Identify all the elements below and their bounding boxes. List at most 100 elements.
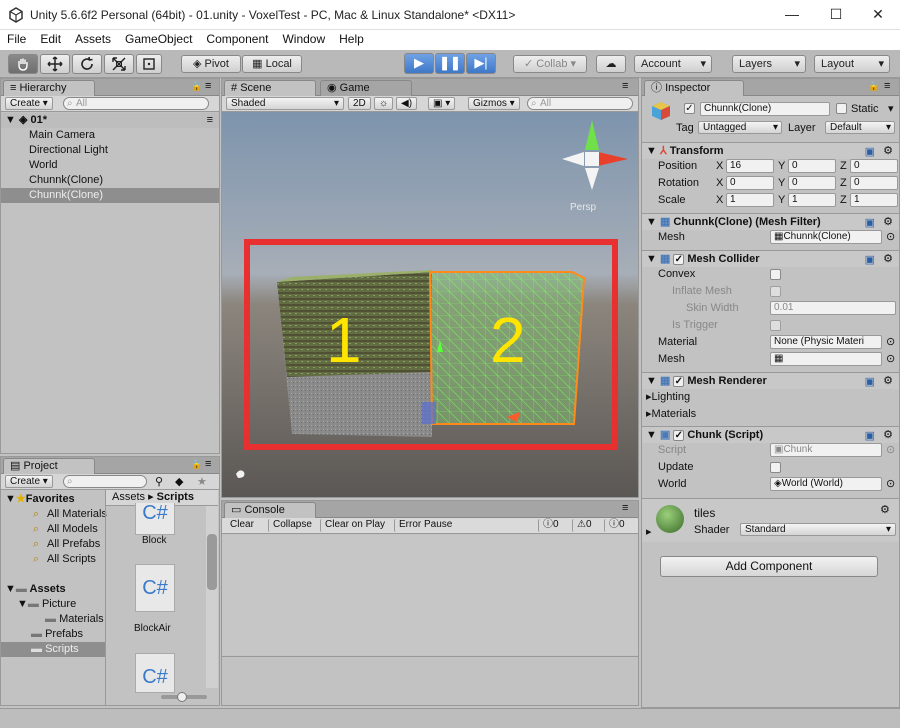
- breadcrumb-assets[interactable]: Assets: [112, 491, 145, 503]
- csharp-file-icon[interactable]: C#: [135, 564, 175, 612]
- info-filter[interactable]: ⓘ0: [538, 519, 563, 532]
- mesh-renderer-header[interactable]: ▼ ▦ ✓ Mesh Renderer ▣ ⚙: [642, 372, 899, 389]
- clear-button[interactable]: Clear: [226, 519, 258, 532]
- favorites-header[interactable]: ▼★Favorites: [1, 492, 105, 507]
- 2d-toggle[interactable]: 2D: [348, 97, 371, 110]
- icon-size-slider[interactable]: [161, 692, 207, 702]
- help-icon[interactable]: ▣: [865, 374, 875, 390]
- scrollbar[interactable]: [206, 506, 218, 688]
- lock-icon[interactable]: 🔒: [191, 459, 202, 470]
- update-checkbox[interactable]: [770, 462, 781, 473]
- scene-viewport[interactable]: 1 2 Persp: [222, 112, 638, 497]
- lock-icon[interactable]: 🔒: [868, 81, 879, 92]
- tab-inspector[interactable]: ⓘ Inspector: [644, 80, 744, 96]
- enabled-checkbox[interactable]: ✓: [673, 429, 685, 441]
- menu-component[interactable]: Component: [199, 30, 275, 48]
- help-icon[interactable]: ▣: [865, 144, 875, 160]
- console-log-area[interactable]: [222, 535, 638, 655]
- pivot-toggle[interactable]: ◈ Pivot: [181, 55, 241, 73]
- hierarchy-item[interactable]: Chunnk(Clone): [1, 173, 219, 188]
- tab-game[interactable]: ◉ Game: [320, 80, 412, 96]
- object-picker-icon[interactable]: ⊙: [886, 230, 895, 243]
- gear-icon[interactable]: ⚙: [880, 503, 890, 516]
- hierarchy-item[interactable]: World: [1, 158, 219, 173]
- hierarchy-item[interactable]: Main Camera: [1, 128, 219, 143]
- scene-header[interactable]: ▼ ◈ 01* ≡: [1, 113, 219, 128]
- shader-dropdown[interactable]: Standard ▾: [740, 523, 896, 536]
- maximize-button[interactable]: ☐: [826, 6, 846, 23]
- position-x-field[interactable]: 16: [726, 159, 774, 173]
- collab-dropdown[interactable]: ✓ Collab ▾: [513, 55, 587, 73]
- add-component-button[interactable]: Add Component: [660, 556, 878, 577]
- tab-project[interactable]: ▤ Project: [3, 458, 95, 474]
- world-object-field[interactable]: ◈World (World): [770, 477, 882, 491]
- scene-search[interactable]: ⌕ All: [527, 97, 633, 110]
- account-dropdown[interactable]: Account ▾: [634, 55, 712, 73]
- clear-on-play-button[interactable]: Clear on Play: [320, 519, 389, 532]
- tag-dropdown[interactable]: Untagged ▾: [698, 121, 782, 134]
- scale-y-field[interactable]: 1: [788, 193, 836, 207]
- pause-button[interactable]: ❚❚: [435, 53, 465, 74]
- create-dropdown[interactable]: Create ▾: [5, 475, 53, 488]
- gizmos-dropdown[interactable]: Gizmos ▾: [468, 97, 520, 110]
- csharp-file-icon[interactable]: C#: [135, 503, 175, 535]
- rect-tool-button[interactable]: [136, 54, 162, 74]
- gear-icon[interactable]: ⚙: [883, 214, 893, 230]
- menu-file[interactable]: File: [0, 30, 33, 48]
- tab-console[interactable]: ▭ Console: [224, 502, 316, 518]
- favorite-item[interactable]: ⌕ All Prefabs: [1, 537, 105, 552]
- scrollbar-thumb[interactable]: [207, 534, 217, 590]
- create-dropdown[interactable]: Create ▾: [5, 97, 53, 110]
- help-icon[interactable]: ▣: [865, 428, 875, 444]
- rotation-y-field[interactable]: 0: [788, 176, 836, 190]
- help-icon[interactable]: ▣: [865, 215, 875, 231]
- convex-checkbox[interactable]: [770, 269, 781, 280]
- transform-header[interactable]: ▼ ⅄ Transform ▣ ⚙: [642, 142, 899, 159]
- mesh-filter-header[interactable]: ▼ ▦ Chunnk(Clone) (Mesh Filter) ▣ ⚙: [642, 213, 899, 230]
- cloud-button[interactable]: ☁: [596, 55, 626, 73]
- position-y-field[interactable]: 0: [788, 159, 836, 173]
- collapse-button[interactable]: Collapse: [268, 519, 316, 532]
- physic-material-field[interactable]: None (Physic Materi: [770, 335, 882, 349]
- panel-menu-icon[interactable]: ≡: [884, 80, 890, 92]
- effects-dropdown[interactable]: ▣ ▾: [428, 97, 456, 110]
- project-search[interactable]: ⌕: [63, 475, 147, 488]
- chevron-down-icon[interactable]: ▾: [888, 102, 894, 115]
- inflate-mesh-checkbox[interactable]: [770, 286, 781, 297]
- gear-icon[interactable]: ⚙: [883, 427, 893, 443]
- local-toggle[interactable]: ▦ Local: [242, 55, 302, 73]
- lighting-toggle[interactable]: ☼: [374, 97, 394, 110]
- folder-item[interactable]: ▬ Materials: [1, 612, 105, 627]
- object-name-input[interactable]: Chunnk(Clone): [700, 102, 830, 116]
- folder-item[interactable]: ▼▬ Picture: [1, 597, 105, 612]
- error-pause-button[interactable]: Error Pause: [394, 519, 456, 532]
- active-checkbox[interactable]: ✓: [684, 103, 695, 114]
- step-button[interactable]: ▶|: [466, 53, 496, 74]
- csharp-file-icon[interactable]: C#: [135, 653, 175, 693]
- audio-toggle[interactable]: ◀): [396, 97, 418, 110]
- panel-menu-icon[interactable]: ≡: [622, 80, 628, 92]
- hierarchy-search[interactable]: ⌕ All: [63, 97, 209, 110]
- scale-tool-button[interactable]: [104, 54, 134, 74]
- shading-dropdown[interactable]: Shaded ▾: [226, 97, 344, 110]
- scale-x-field[interactable]: 1: [726, 193, 774, 207]
- enabled-checkbox[interactable]: ✓: [673, 375, 685, 387]
- collapsed-arrow-icon[interactable]: ▸: [646, 525, 652, 538]
- layers-dropdown[interactable]: Layers ▾: [732, 55, 806, 73]
- gear-icon[interactable]: ⚙: [883, 143, 893, 159]
- mesh-object-field[interactable]: ▦Chunnk(Clone): [770, 230, 882, 244]
- is-trigger-checkbox[interactable]: [770, 320, 781, 331]
- panel-menu-icon[interactable]: ≡: [622, 502, 628, 514]
- rotation-x-field[interactable]: 0: [726, 176, 774, 190]
- folder-item-selected[interactable]: ▬ Scripts: [1, 642, 105, 657]
- menu-gameobject[interactable]: GameObject: [118, 30, 199, 48]
- filter-label-icon[interactable]: ◆: [175, 475, 183, 488]
- folder-item[interactable]: ▬ Prefabs: [1, 627, 105, 642]
- materials-foldout[interactable]: ▸Materials: [646, 407, 696, 420]
- layer-dropdown[interactable]: Default ▾: [825, 121, 895, 134]
- static-checkbox[interactable]: [836, 103, 847, 114]
- tab-scene[interactable]: # Scene: [224, 80, 316, 96]
- filter-type-icon[interactable]: ⚲: [155, 475, 163, 488]
- warning-filter[interactable]: ⚠0: [572, 519, 596, 532]
- error-filter[interactable]: ⓘ0: [604, 519, 629, 532]
